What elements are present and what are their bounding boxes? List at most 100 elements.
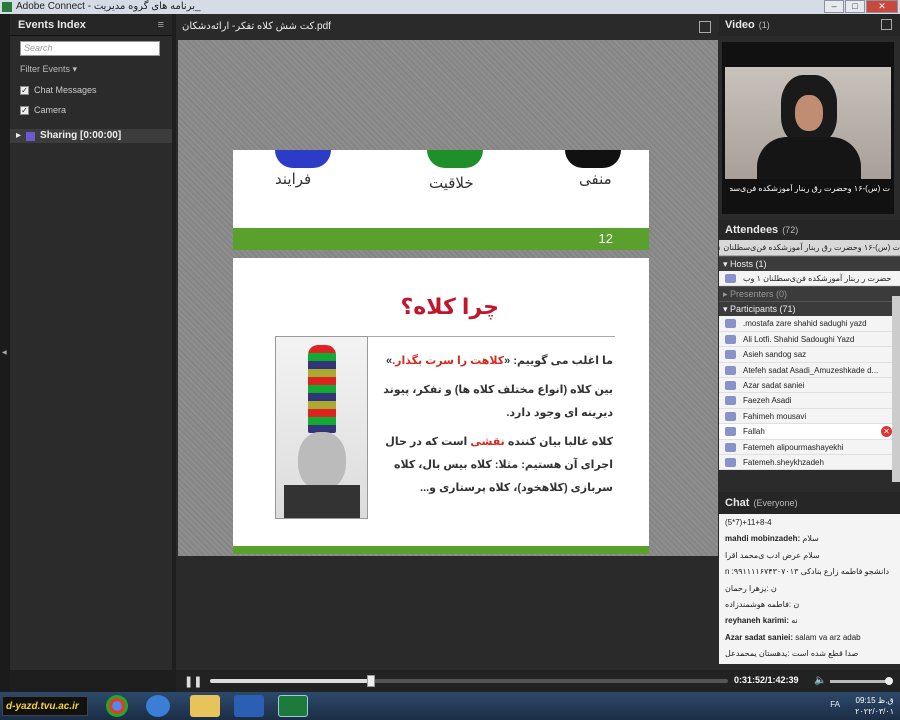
fullscreen-icon[interactable] [881, 19, 892, 30]
system-clock[interactable]: 09:15 ق.ظ ۲۰۲۲/۰۳/۰۱ [855, 695, 894, 717]
chat-sender: reyhaneh karimi: [725, 616, 790, 626]
window-controls: – □ ✕ [824, 0, 898, 14]
participants-section[interactable]: ▾ Participants (71) [719, 301, 900, 317]
chat-scope: (Everyone) [753, 498, 798, 508]
host-row[interactable]: حضرت ر ربنار آموزشکده فن‌ی‌سطلنان ۱ وب [719, 271, 900, 287]
filter-events-label: Filter Events [20, 64, 71, 74]
expand-arrow-icon[interactable]: ▸ [16, 129, 21, 143]
collapse-arrow-icon: ▸ [723, 289, 731, 300]
video-caption: ت (س)-۱۶ وحضرت رق ربنار آموزشکده فن‌ی‌سط… [730, 184, 890, 193]
playback-time: 0:31:52/1:42:39 [734, 675, 799, 685]
chat-message: ن :فاطمه هوشمندزاده [725, 600, 896, 616]
attendees-header: Attendees (72) [719, 220, 900, 240]
list-item[interactable]: Fallah ✕ [719, 424, 900, 440]
pause-button[interactable]: ❚❚ [184, 675, 202, 688]
host-icon [725, 274, 736, 283]
blue-hat-image [275, 150, 331, 168]
chat-text: صدا قطع شده است :یدهستان یمحمدعل [725, 649, 859, 659]
presenters-section[interactable]: ▸ Presenters (0) [719, 286, 900, 302]
chat-messages[interactable]: (5*7)+11+8-4 mahdi mobinzadeh: سلام سلام… [719, 514, 900, 664]
fullscreen-icon[interactable] [699, 21, 711, 33]
sharing-label: Sharing [0:00:00] [40, 130, 122, 141]
chat-text: سلام عرض ادب ‌ی‌محمد اقرا [725, 550, 820, 560]
volume-slider[interactable] [830, 677, 893, 685]
windows-taskbar: d-yazd.tvu.ac.ir FA 09:15 ق.ظ ۲۰۲۲/۰۳/۰۱ [0, 692, 900, 720]
video-pod[interactable]: ت (س)-۱۶ وحضرت رق ربنار آموزشکده فن‌ی‌سط… [722, 42, 894, 214]
current-user-row[interactable]: ت (س)-۱۶ وحضرت رق ربنار آموزشکده فن‌ی‌سط… [719, 240, 900, 256]
p1-prefix: ما اغلب می گوییم: « [504, 355, 613, 367]
collapse-arrow-icon: ▾ [723, 304, 731, 315]
video-header: Video (1) [719, 14, 900, 36]
participant-icon [725, 457, 736, 467]
chat-title: Chat [725, 497, 750, 509]
adobe-connect-taskbar-icon[interactable] [278, 695, 308, 717]
slide-paragraph-3: کلاه غالبا بیان کننده نقشی است که در حال… [373, 431, 613, 500]
list-item[interactable]: Atefeh sadat Asadi_Amuzeshkade d... [719, 363, 900, 378]
participant-icon [725, 442, 736, 452]
list-item[interactable]: Ali Lotfi. Shahid Sadoughi Yazd [719, 332, 900, 348]
camera-label: Camera [34, 105, 67, 115]
chat-message: (5*7)+11+8-4 [725, 518, 896, 534]
scrubber-handle[interactable] [366, 675, 375, 687]
share-pod: کت شش کلاه تفکر- ارائه‌دشکان.pdf فرایند … [176, 14, 719, 670]
document-viewer[interactable]: فرایند خلاقیت منفی 12 چرا کلاه؟ ما اغلب … [178, 40, 718, 556]
slide-footer-bar [233, 546, 649, 554]
participant-icon [725, 396, 736, 406]
presenter-face [795, 95, 823, 131]
slide-body-text: ما اغلب می گوییم: «کلاهت را سرت بگذار.» … [373, 350, 613, 500]
hosts-section[interactable]: ▾ Hosts (1) [719, 256, 900, 271]
list-item[interactable]: Faezeh Asadi [719, 393, 900, 409]
camera-checkbox[interactable]: ✓ Camera [20, 105, 172, 115]
playback-bar: ❚❚ 0:31:52/1:42:39 🔈 [176, 670, 900, 692]
maximize-button[interactable]: □ [845, 0, 865, 13]
list-item[interactable]: Azar sadat saniei [719, 378, 900, 394]
black-hat-image [565, 150, 621, 168]
clock-time: 09:15 ق.ظ [855, 696, 894, 705]
language-indicator[interactable]: FA [830, 700, 840, 709]
word-icon[interactable] [234, 695, 264, 717]
pod-menu-icon[interactable]: ≡ [158, 14, 164, 36]
participant-name: .mostafa zare shahid sadughi yazd [743, 319, 867, 329]
chat-message: reyhaneh karimi: نه [725, 616, 896, 632]
volume-icon[interactable]: 🔈 [814, 675, 826, 686]
list-item[interactable]: Fatemeh alipourmashayekhi [719, 440, 900, 455]
window-title: Adobe Connect - برنامه های گروه مدیریت_ [16, 1, 201, 12]
participant-icon [725, 427, 736, 437]
host-name: حضرت ر ربنار آموزشکده فن‌ی‌سطلنان ۱ وب [743, 274, 892, 283]
video-count: (1) [758, 20, 770, 30]
list-item[interactable]: Fahimeh mousavi [719, 409, 900, 425]
chat-message: صدا قطع شده است :یدهستان یمحمدعل [725, 649, 896, 665]
volume-handle[interactable] [885, 677, 893, 685]
chat-messages-label: Chat Messages [34, 85, 97, 95]
chat-text: n :دانشجو فاطمه زارع بنادکی ۹۹۱۱۱۱۶۷۴۳۰۷… [725, 567, 890, 577]
chat-message: n :دانشجو فاطمه زارع بنادکی ۹۹۱۱۱۱۶۷۴۳۰۷… [725, 567, 896, 583]
sharing-event-item[interactable]: ▸ Sharing [0:00:00] [10, 129, 172, 143]
chat-messages-checkbox[interactable]: ✓ Chat Messages [20, 85, 172, 95]
chat-pod: Chat (Everyone) (5*7)+11+8-4 mahdi mobinz… [719, 492, 900, 670]
slide-page-12: فرایند خلاقیت منفی 12 [233, 150, 649, 250]
collapse-arrow-icon[interactable]: ◀ [2, 349, 7, 356]
p3-highlight: نقشی [470, 436, 505, 448]
chat-message: mahdi mobinzadeh: سلام [725, 534, 896, 550]
attendees-scrollbar[interactable] [892, 296, 900, 482]
attendees-title: Attendees [725, 224, 779, 236]
playback-scrubber[interactable] [210, 675, 728, 687]
page-number: 12 [598, 231, 613, 246]
chrome-icon[interactable] [106, 695, 128, 717]
chat-message: سلام عرض ادب ‌ی‌محمد اقرا [725, 551, 896, 567]
list-item[interactable]: Asieh sandog saz [719, 347, 900, 363]
events-search-input[interactable]: Search [20, 41, 160, 56]
participant-name: Azar sadat saniei [743, 380, 805, 390]
file-explorer-icon[interactable] [190, 695, 220, 717]
man-with-hats-image [275, 336, 368, 519]
ie-icon[interactable] [146, 695, 170, 717]
hat-label-process: فرایند [275, 171, 312, 188]
collapse-strip[interactable]: ◀ [0, 14, 10, 692]
filter-events-dropdown[interactable]: Filter Events ▾ [20, 64, 172, 75]
remove-icon[interactable]: ✕ [881, 426, 892, 438]
minimize-button[interactable]: – [824, 0, 844, 13]
clock-date: ۲۰۲۲/۰۳/۰۱ [855, 707, 894, 716]
list-item[interactable]: .mostafa zare shahid sadughi yazd [719, 316, 900, 332]
list-item[interactable]: Fatemeh.sheykhzadeh [719, 455, 900, 471]
close-button[interactable]: ✕ [866, 0, 898, 13]
